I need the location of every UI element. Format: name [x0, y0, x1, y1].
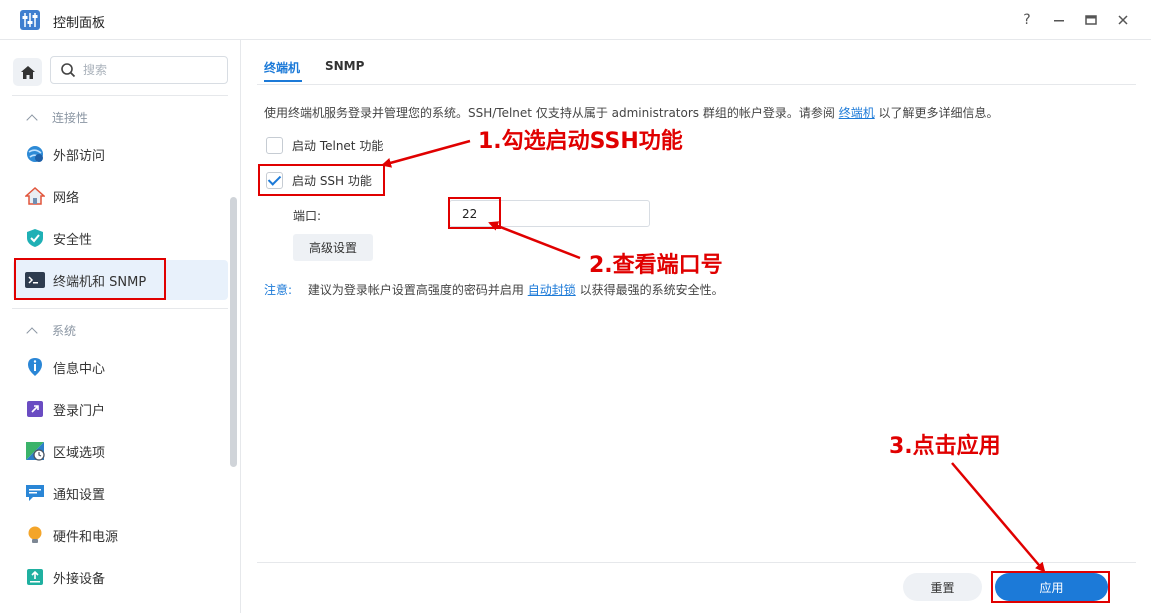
note-label: 注意: — [264, 283, 293, 297]
note-suffix: 以获得最强的系统安全性。 — [579, 283, 724, 297]
sidebar-item-label: 区域选项 — [53, 445, 106, 461]
search-input[interactable] — [83, 61, 223, 79]
maximize-icon — [1085, 15, 1097, 25]
search-icon — [61, 63, 76, 78]
regional-options-icon — [25, 441, 45, 461]
external-access-icon — [25, 144, 45, 164]
chevron-up-icon — [26, 113, 38, 126]
login-portal-icon — [25, 399, 45, 419]
sidebar-item-network[interactable]: 网络 — [13, 176, 228, 216]
ssh-label: 启动 SSH 功能 — [292, 174, 372, 188]
sidebar-item-login-portal[interactable]: 登录门户 — [13, 389, 228, 429]
sidebar-item-label: 外接设备 — [53, 571, 106, 587]
telnet-checkbox[interactable] — [266, 137, 283, 154]
terminal-description: 使用终端机服务登录并管理您的系统。SSH/Telnet 仅支持从属于 admin… — [264, 104, 999, 121]
sidebar: 连接性 外部访问 网络 安全性 终端机和 SNMP 系统 信息中心 — [0, 40, 241, 613]
tab-divider — [257, 84, 1136, 85]
active-tab-indicator — [264, 80, 302, 82]
terminal-icon — [25, 270, 45, 290]
minimize-icon — [1054, 20, 1064, 22]
section-label: 系统 — [52, 324, 77, 338]
title-bar: 控制面板 ? — [0, 0, 1151, 40]
description-suffix: 以了解更多详细信息。 — [878, 106, 999, 120]
home-icon — [20, 65, 35, 79]
sidebar-divider — [12, 308, 228, 309]
info-icon — [25, 357, 45, 377]
telnet-option[interactable]: 启动 Telnet 功能 — [266, 137, 383, 154]
sidebar-divider — [12, 95, 228, 96]
section-label: 连接性 — [52, 111, 89, 125]
sidebar-item-label: 网络 — [53, 190, 80, 206]
port-label: 端口: — [293, 209, 322, 223]
annotation-step1: 1.勾选启动SSH功能 — [478, 129, 683, 154]
description-text: 使用终端机服务登录并管理您的系统。SSH/Telnet 仅支持从属于 admin… — [264, 106, 835, 120]
sidebar-item-regional-options[interactable]: 区域选项 — [13, 431, 228, 471]
sidebar-item-label: 外部访问 — [53, 148, 106, 164]
help-button[interactable]: ? — [1017, 10, 1037, 30]
minimize-button[interactable] — [1049, 10, 1069, 30]
terminal-help-link[interactable]: 终端机 — [839, 106, 875, 120]
search-box[interactable] — [50, 56, 228, 84]
network-house-icon — [25, 186, 45, 206]
close-button[interactable] — [1113, 10, 1133, 30]
footer-divider — [257, 562, 1136, 563]
sidebar-item-label: 登录门户 — [53, 403, 106, 419]
annotation-step2: 2.查看端口号 — [589, 253, 723, 278]
sidebar-item-label: 终端机和 SNMP — [53, 274, 147, 290]
sidebar-item-hardware-power[interactable]: 硬件和电源 — [13, 515, 228, 555]
shield-icon — [25, 228, 45, 248]
ssh-checkbox[interactable] — [266, 172, 283, 189]
notification-icon — [25, 483, 45, 503]
external-device-icon — [25, 567, 45, 587]
maximize-button[interactable] — [1081, 10, 1101, 30]
sidebar-item-external-device[interactable]: 外接设备 — [13, 557, 228, 597]
sidebar-item-external-access[interactable]: 外部访问 — [13, 134, 228, 174]
arrow-step1 — [381, 139, 471, 168]
section-header-connectivity[interactable]: 连接性 — [26, 109, 89, 126]
sidebar-item-label: 信息中心 — [53, 361, 106, 377]
arrow-step2 — [488, 221, 581, 260]
advanced-settings-button[interactable]: 高级设置 — [293, 234, 373, 261]
annotation-step3: 3.点击应用 — [889, 434, 1001, 459]
sidebar-item-info-center[interactable]: 信息中心 — [13, 347, 228, 387]
note-text: 建议为登录帐户设置高强度的密码并启用 — [307, 283, 524, 297]
sidebar-item-notification[interactable]: 通知设置 — [13, 473, 228, 513]
sidebar-item-label: 安全性 — [53, 232, 93, 248]
sidebar-item-terminal-snmp[interactable]: 终端机和 SNMP — [13, 260, 228, 300]
close-icon — [1118, 15, 1128, 25]
sidebar-item-label: 通知设置 — [53, 487, 106, 503]
lightbulb-icon — [25, 525, 45, 545]
home-button[interactable] — [13, 58, 42, 86]
apply-button[interactable]: 应用 — [995, 573, 1108, 601]
auto-block-link[interactable]: 自动封锁 — [528, 283, 576, 297]
sidebar-item-label: 硬件和电源 — [53, 529, 119, 545]
arrow-step3 — [951, 462, 1046, 573]
telnet-label: 启动 Telnet 功能 — [292, 139, 384, 153]
tab-snmp[interactable]: SNMP — [325, 59, 364, 73]
window-title: 控制面板 — [53, 16, 106, 31]
tab-terminal[interactable]: 终端机 — [264, 59, 300, 76]
sidebar-item-security[interactable]: 安全性 — [13, 218, 228, 258]
port-input[interactable] — [449, 200, 650, 227]
section-header-system[interactable]: 系统 — [26, 322, 77, 339]
reset-button[interactable]: 重置 — [903, 573, 982, 601]
sidebar-scrollbar[interactable] — [230, 197, 237, 467]
chevron-up-icon — [26, 326, 38, 339]
help-icon: ? — [1023, 12, 1031, 28]
control-panel-app-icon — [20, 9, 40, 31]
security-note: 注意: 建议为登录帐户设置高强度的密码并启用 自动封锁 以获得最强的系统安全性。 — [264, 281, 724, 298]
ssh-option[interactable]: 启动 SSH 功能 — [266, 172, 372, 189]
